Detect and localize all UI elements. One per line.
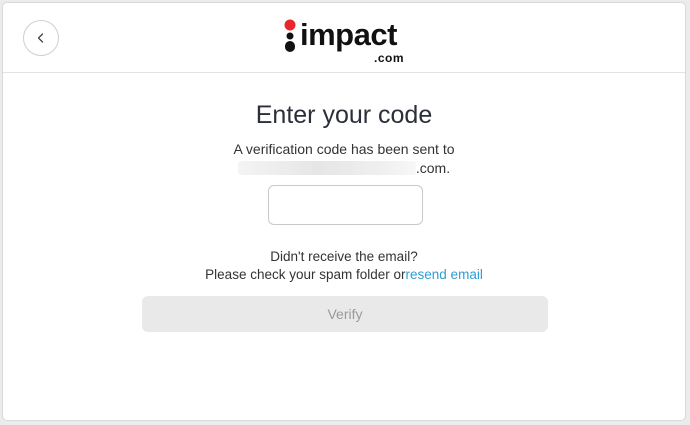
card-header: impact .com [3,3,685,73]
back-button[interactable] [23,20,59,56]
verification-code-input[interactable] [268,185,423,225]
page-title: Enter your code [255,101,433,129]
logo-domain-suffix: .com [374,51,405,65]
verify-button[interactable]: Verify [142,296,548,332]
help-instruction-text: Please check your spam folder or [205,267,406,282]
verification-message-line1: A verification code has been sent to [233,141,455,157]
logo-dots-icon [284,19,296,52]
verification-message-line2: .com. [3,159,685,178]
resend-email-link[interactable]: resend email [406,267,483,282]
chevron-left-icon [37,33,44,43]
impact-logo: impact .com [284,17,414,67]
logo-wordmark: impact [300,17,397,52]
help-instruction: Please check your spam folder orresend e… [3,266,685,284]
verification-card: impact .com Enter your code A verificati… [2,2,686,421]
verification-message: A verification code has been sent to .co… [3,140,685,178]
email-suffix: .com. [415,160,451,176]
help-question: Didn't receive the email? [270,249,418,264]
resend-help: Didn't receive the email? Please check y… [3,248,685,284]
redacted-email [237,161,416,175]
